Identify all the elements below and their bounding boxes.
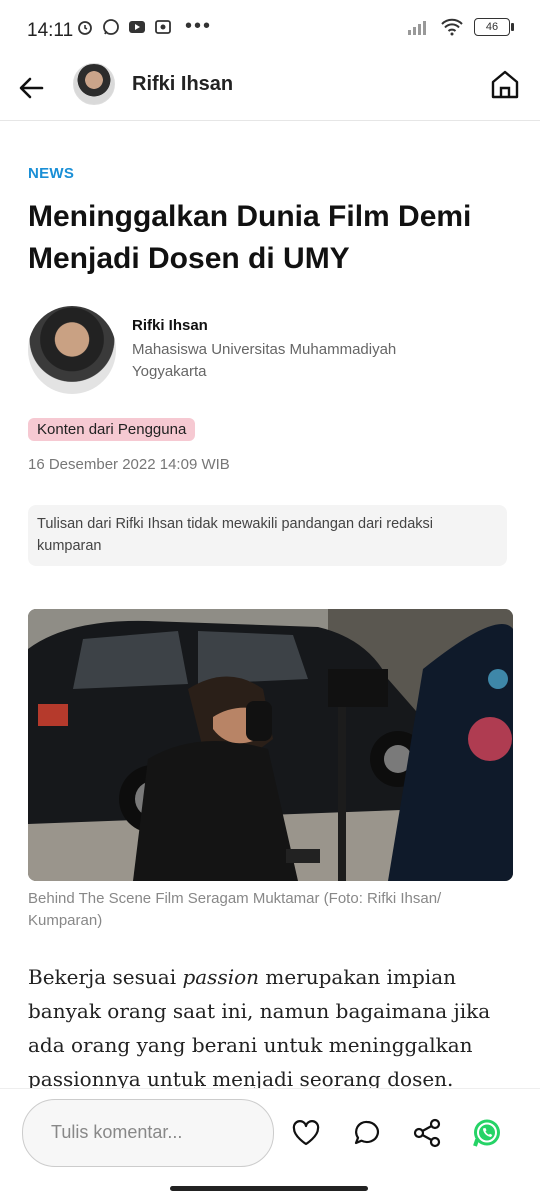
more-notifications-icon: ••• [185,15,213,37]
article-photo-image [28,609,513,881]
app-icon [155,20,171,34]
bottom-action-bar: Tulis komentar... [0,1088,540,1201]
body-text-part-1: Bekerja sesuai [28,965,183,989]
wifi-icon [441,18,463,36]
photo-caption: Behind The Scene Film Seragam Muktamar (… [28,890,442,929]
user-content-badge: Konten dari Pengguna [28,418,196,441]
header-author-name[interactable]: Rifki Ihsan [132,73,233,96]
comment-placeholder: Tulis komentar... [51,1122,183,1142]
share-icon[interactable] [411,1117,443,1149]
author-name[interactable]: Rifki Ihsan [132,317,208,334]
author-avatar[interactable] [28,306,116,394]
alarm-icon [78,21,92,35]
publish-date: 16 Desember 2022 14:09 WIB [28,456,230,473]
system-icons: 46 [406,18,514,36]
top-app-bar: Rifki Ihsan [0,60,540,121]
header-avatar[interactable] [73,63,115,105]
status-bar: 14:11 ••• 46 [0,0,540,60]
signal-icon [408,21,426,35]
home-indicator[interactable] [170,1186,368,1191]
status-time: 14:11 [27,20,74,41]
whatsapp-icon[interactable] [471,1117,503,1149]
author-description: Mahasiswa Universitas Muhammadiyah Yogya… [132,341,397,380]
comment-input[interactable]: Tulis komentar... [22,1099,274,1167]
battery-icon: 46 [474,18,514,36]
disclaimer-box: Tulisan dari Rifki Ihsan tidak mewakili … [28,505,507,566]
article-title: Meninggalkan Dunia Film Demi Menjadi Dos… [28,200,472,275]
notification-icons [76,18,172,36]
home-icon[interactable] [488,68,522,102]
article-body: Bekerja sesuai passion merupakan impian … [28,960,518,1096]
body-text-emphasis: passion [182,965,260,989]
heart-icon[interactable] [290,1117,322,1149]
article-category[interactable]: NEWS [28,165,74,182]
article-photo[interactable] [28,609,513,881]
youtube-icon [129,21,145,33]
back-arrow-icon[interactable] [14,70,50,106]
comment-icon[interactable] [351,1117,383,1149]
whatsapp-status-icon [103,19,119,35]
